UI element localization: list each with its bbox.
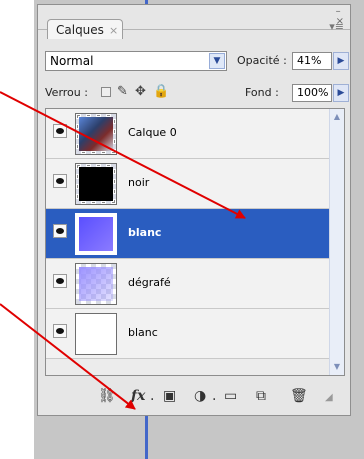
blend-mode-select[interactable]: Normal ▼ <box>45 51 227 71</box>
eye-icon[interactable] <box>53 124 67 138</box>
layers-panel: – × Calques × ▾≡ Normal ▼ Opacité : 41% ▶… <box>37 4 351 416</box>
delete-layer-icon[interactable]: 🗑 <box>290 389 308 403</box>
layer-name: dégrafé <box>128 276 171 289</box>
opacity-stepper[interactable]: ▶ <box>333 52 349 70</box>
layers-toolbar: ⛓ fx . ▣ ◑ . ▭ ⧉ 🗑 ◢ <box>38 377 350 415</box>
layer-row[interactable]: noir <box>46 159 329 209</box>
lock-row: Verrou : ✎ ✥ 🔒 Fond : 100% ▶ <box>45 83 349 105</box>
layer-name: blanc <box>128 326 158 339</box>
scroll-down-icon[interactable]: ▼ <box>331 361 343 373</box>
adjustment-layer-icon[interactable]: ◑ <box>194 389 206 403</box>
background-left <box>0 0 34 459</box>
new-group-icon[interactable]: ▭ <box>224 389 237 403</box>
layer-row[interactable]: dégrafé <box>46 259 329 309</box>
tab-calques[interactable]: Calques × <box>47 19 123 39</box>
lock-pixels-icon[interactable]: ✎ <box>117 85 128 99</box>
fill-stepper[interactable]: ▶ <box>333 84 349 102</box>
layer-thumbnail <box>75 113 117 155</box>
fill-input[interactable]: 100% <box>292 84 332 102</box>
layers-list: Calque 0 noir blanc dégrafé blanc ▲ ▼ <box>45 108 345 376</box>
layer-thumbnail <box>75 263 117 305</box>
layers-scrollbar[interactable]: ▲ ▼ <box>329 109 344 375</box>
fill-label: Fond : <box>245 86 279 99</box>
panel-menu-icon[interactable]: ▾≡ <box>329 20 344 33</box>
layer-row[interactable]: blanc <box>46 309 329 359</box>
blend-mode-value: Normal <box>50 54 94 68</box>
lock-transparency-icon[interactable] <box>101 87 111 97</box>
layer-name: Calque 0 <box>128 126 177 139</box>
layer-name: noir <box>128 176 150 189</box>
blend-row: Normal ▼ Opacité : 41% ▶ <box>45 51 349 73</box>
layer-row[interactable]: Calque 0 <box>46 109 329 159</box>
layer-thumbnail <box>75 313 117 355</box>
add-mask-icon[interactable]: ▣ <box>163 389 176 403</box>
eye-icon[interactable] <box>53 324 67 338</box>
layer-thumbnail <box>75 213 117 255</box>
lock-position-icon[interactable]: ✥ <box>135 85 146 99</box>
eye-icon[interactable] <box>53 274 67 288</box>
layer-row-selected[interactable]: blanc <box>46 209 329 259</box>
layer-thumbnail <box>75 163 117 205</box>
lock-label: Verrou : <box>45 86 88 99</box>
new-layer-icon[interactable]: ⧉ <box>256 389 266 403</box>
fx-button[interactable]: fx <box>131 389 145 403</box>
chevron-down-icon: . <box>150 388 155 404</box>
tab-close-icon[interactable]: × <box>109 24 118 37</box>
resize-grip-icon[interactable]: ◢ <box>325 391 333 405</box>
opacity-input[interactable]: 41% <box>292 52 332 70</box>
panel-tabbar: Calques × ▾≡ <box>38 5 350 39</box>
tab-label: Calques <box>56 23 104 37</box>
eye-icon[interactable] <box>53 224 67 238</box>
scroll-up-icon[interactable]: ▲ <box>331 111 343 123</box>
opacity-label: Opacité : <box>237 54 287 67</box>
link-layers-icon[interactable]: ⛓ <box>98 389 116 403</box>
lock-all-icon[interactable]: 🔒 <box>153 85 169 99</box>
chevron-down-icon[interactable]: ▼ <box>209 53 225 69</box>
chevron-down-icon: . <box>212 388 217 404</box>
layer-name: blanc <box>128 226 162 239</box>
eye-icon[interactable] <box>53 174 67 188</box>
